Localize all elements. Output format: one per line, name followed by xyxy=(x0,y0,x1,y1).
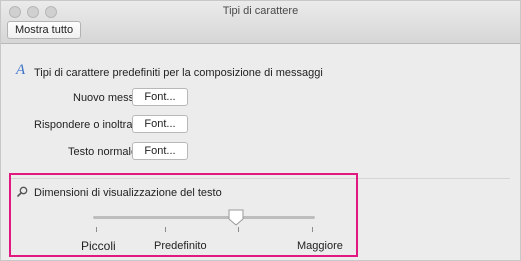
font-style-icon: A xyxy=(16,62,26,78)
new-message-font-button[interactable]: Font... xyxy=(132,88,188,106)
plain-text-label: Testo normale: xyxy=(68,146,141,158)
show-all-button[interactable]: Mostra tutto xyxy=(7,21,82,39)
preferences-window: Tipi di carattere Mostra tutto A Tipi di… xyxy=(0,0,521,261)
title-bar: Tipi di carattere Mostra tutto xyxy=(1,1,520,44)
reply-forward-label: Rispondere o inoltrare: xyxy=(34,119,146,131)
plain-text-font-button[interactable]: Font... xyxy=(132,142,188,160)
window-title: Tipi di carattere xyxy=(222,5,299,17)
highlight-box xyxy=(9,173,358,257)
compose-section-title: Tipi di carattere predefiniti per la com… xyxy=(34,67,323,79)
reply-forward-font-button[interactable]: Font... xyxy=(132,115,188,133)
